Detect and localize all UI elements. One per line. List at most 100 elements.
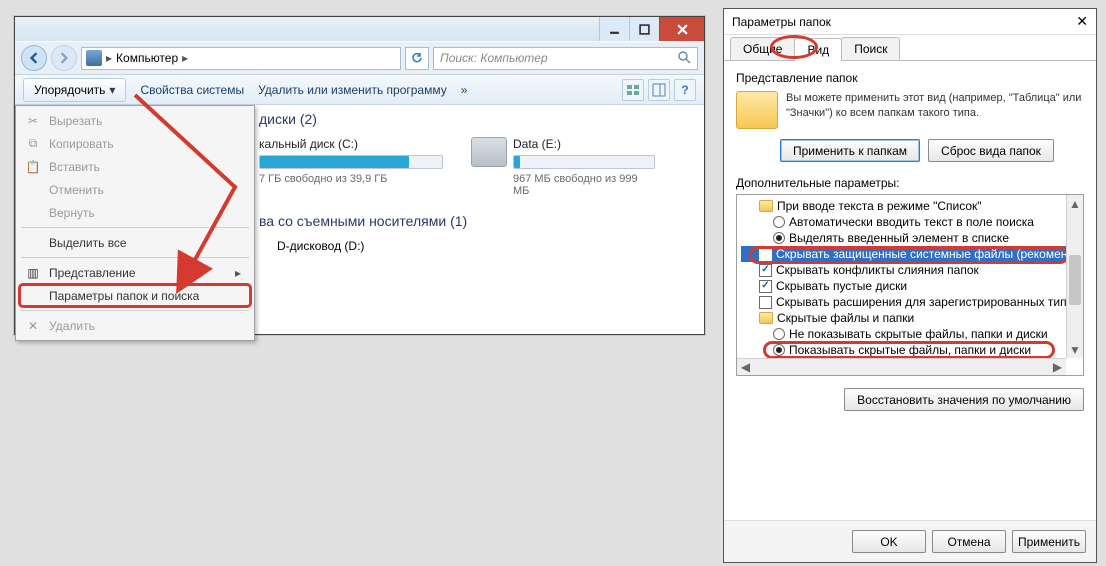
tree-group: При вводе текста в режиме "Список" xyxy=(741,198,1083,214)
nav-back-button[interactable] xyxy=(21,45,47,71)
toolbar-overflow[interactable]: » xyxy=(461,83,468,97)
menu-separator xyxy=(21,310,249,311)
advanced-params-label: Дополнительные параметры: xyxy=(736,176,1084,190)
menu-copy[interactable]: ⧉Копировать xyxy=(19,132,251,155)
chevron-right-icon: ▸ xyxy=(106,51,112,65)
dialog-footer: OK Отмена Применить xyxy=(724,520,1096,562)
copy-icon: ⧉ xyxy=(25,136,41,152)
checkbox-icon xyxy=(759,264,772,277)
menu-folder-options[interactable]: Параметры папок и поиска xyxy=(19,284,251,307)
disk-info: 967 МБ свободно из 999 МБ xyxy=(513,173,655,197)
tree-radio-auto-type[interactable]: Автоматически вводить текст в поле поиск… xyxy=(741,214,1083,230)
folder-view-desc: Вы можете применить этот вид (например, … xyxy=(786,91,1084,129)
disk-info: 7 ГБ свободно из 39,9 ГБ xyxy=(259,173,443,185)
radio-icon xyxy=(773,344,785,356)
chevron-right-icon: ▸ xyxy=(182,51,188,65)
uninstall-program-button[interactable]: Удалить или изменить программу xyxy=(258,83,447,97)
organize-label: Упорядочить xyxy=(34,83,105,97)
delete-icon: ✕ xyxy=(25,318,41,334)
tree-check-hide-protected[interactable]: Скрывать защищенные системные файлы (рек… xyxy=(741,246,1083,262)
refresh-button[interactable] xyxy=(405,47,429,70)
disk-label: кальный диск (C:) xyxy=(259,137,443,151)
help-button[interactable]: ? xyxy=(674,79,696,101)
advanced-tree[interactable]: При вводе текста в режиме "Список" Автом… xyxy=(736,194,1084,376)
menu-cut[interactable]: ✂Вырезать xyxy=(19,109,251,132)
hdd-icon xyxy=(471,137,507,167)
search-input[interactable]: Поиск: Компьютер xyxy=(433,47,698,70)
menu-redo[interactable]: Вернуть xyxy=(19,201,251,224)
layout-icon: ▥ xyxy=(25,265,41,281)
radio-icon xyxy=(773,232,785,244)
disk-item[interactable]: Data (E:) 967 МБ свободно из 999 МБ xyxy=(471,137,655,197)
horizontal-scrollbar[interactable]: ◀▶ xyxy=(737,358,1066,375)
disk-usage-bar xyxy=(259,155,443,169)
search-icon xyxy=(677,50,691,67)
tree-radio-select-typed[interactable]: Выделять введенный элемент в списке xyxy=(741,230,1083,246)
breadcrumb[interactable]: ▸ Компьютер ▸ xyxy=(81,47,401,70)
vertical-scrollbar[interactable]: ▲▼ xyxy=(1066,195,1083,358)
tree-radio-dont-show[interactable]: Не показывать скрытые файлы, папки и дис… xyxy=(741,326,1083,342)
close-button[interactable] xyxy=(659,17,704,41)
explorer-toolbar: Упорядочить ▾ Свойства системы Удалить и… xyxy=(15,75,704,105)
tab-general[interactable]: Общие xyxy=(730,37,795,60)
cancel-button[interactable]: Отмена xyxy=(932,530,1006,553)
radio-icon xyxy=(773,216,785,228)
menu-separator xyxy=(21,227,249,228)
system-properties-button[interactable]: Свойства системы xyxy=(140,83,244,97)
maximize-button[interactable] xyxy=(629,17,659,41)
tab-search[interactable]: Поиск xyxy=(841,37,900,60)
menu-layout[interactable]: ▥Представление xyxy=(19,261,251,284)
nav-forward-button[interactable] xyxy=(51,45,77,71)
menu-delete[interactable]: ✕Удалить xyxy=(19,314,251,337)
menu-select-all[interactable]: Выделить все xyxy=(19,231,251,254)
tree-check-hide-ext[interactable]: Скрывать расширения для зарегистрированн… xyxy=(741,294,1083,310)
explorer-window: ▸ Компьютер ▸ Поиск: Компьютер Упорядочи… xyxy=(14,16,705,335)
group-folder-view-label: Представление папок xyxy=(736,71,1084,85)
disk-item[interactable]: кальный диск (C:) 7 ГБ свободно из 39,9 … xyxy=(259,137,443,197)
checkbox-icon xyxy=(759,280,772,293)
ok-button[interactable]: OK xyxy=(852,530,926,553)
checkbox-icon xyxy=(759,248,772,261)
cd-drive-item[interactable]: D-дисковод (D:) xyxy=(259,239,698,253)
folder-options-dialog: Параметры папок ✕ Общие Вид Поиск Предст… xyxy=(723,8,1097,563)
tree-check-hide-merge[interactable]: Скрывать конфликты слияния папок xyxy=(741,262,1083,278)
menu-paste[interactable]: 📋Вставить xyxy=(19,155,251,178)
restore-defaults-button[interactable]: Восстановить значения по умолчанию xyxy=(844,388,1084,411)
menu-undo[interactable]: Отменить xyxy=(19,178,251,201)
folder-icon xyxy=(736,91,778,129)
cut-icon: ✂ xyxy=(25,113,41,129)
organize-menu-button[interactable]: Упорядочить ▾ xyxy=(23,78,126,102)
breadcrumb-label: Компьютер xyxy=(116,51,178,65)
explorer-navbar: ▸ Компьютер ▸ Поиск: Компьютер xyxy=(15,41,704,75)
disk-label: Data (E:) xyxy=(513,137,655,151)
minimize-button[interactable] xyxy=(599,17,629,41)
apply-button[interactable]: Применить xyxy=(1012,530,1086,553)
section-removable-header: ва со съемными носителями (1) xyxy=(259,213,698,229)
computer-icon xyxy=(86,50,102,66)
explorer-content: диски (2) кальный диск (C:) 7 ГБ свободн… xyxy=(259,111,698,328)
radio-icon xyxy=(773,328,785,340)
scroll-up-icon: ▲ xyxy=(1067,195,1083,212)
scroll-right-icon: ▶ xyxy=(1049,359,1066,375)
preview-pane-button[interactable] xyxy=(648,79,670,101)
paste-icon: 📋 xyxy=(25,159,41,175)
dialog-title: Параметры папок xyxy=(732,15,831,29)
dialog-close-button[interactable]: ✕ xyxy=(1076,13,1088,30)
section-disks-header: диски (2) xyxy=(259,111,698,127)
view-mode-button[interactable] xyxy=(622,79,644,101)
tab-view[interactable]: Вид xyxy=(794,38,842,61)
scroll-left-icon: ◀ xyxy=(737,359,754,375)
folder-icon xyxy=(759,312,773,324)
dialog-titlebar: Параметры папок ✕ xyxy=(724,9,1096,35)
scrollbar-thumb[interactable] xyxy=(1069,255,1081,305)
tree-radio-show-hidden[interactable]: Показывать скрытые файлы, папки и диски xyxy=(741,342,1083,358)
explorer-titlebar xyxy=(15,17,704,41)
tree-check-hide-empty[interactable]: Скрывать пустые диски xyxy=(741,278,1083,294)
menu-separator xyxy=(21,257,249,258)
search-placeholder: Поиск: Компьютер xyxy=(440,51,548,65)
reset-folders-button[interactable]: Сброс вида папок xyxy=(928,139,1054,162)
scroll-down-icon: ▼ xyxy=(1067,341,1083,358)
chevron-down-icon: ▾ xyxy=(109,83,115,97)
tree-group: Скрытые файлы и папки xyxy=(741,310,1083,326)
apply-to-folders-button[interactable]: Применить к папкам xyxy=(780,139,920,162)
